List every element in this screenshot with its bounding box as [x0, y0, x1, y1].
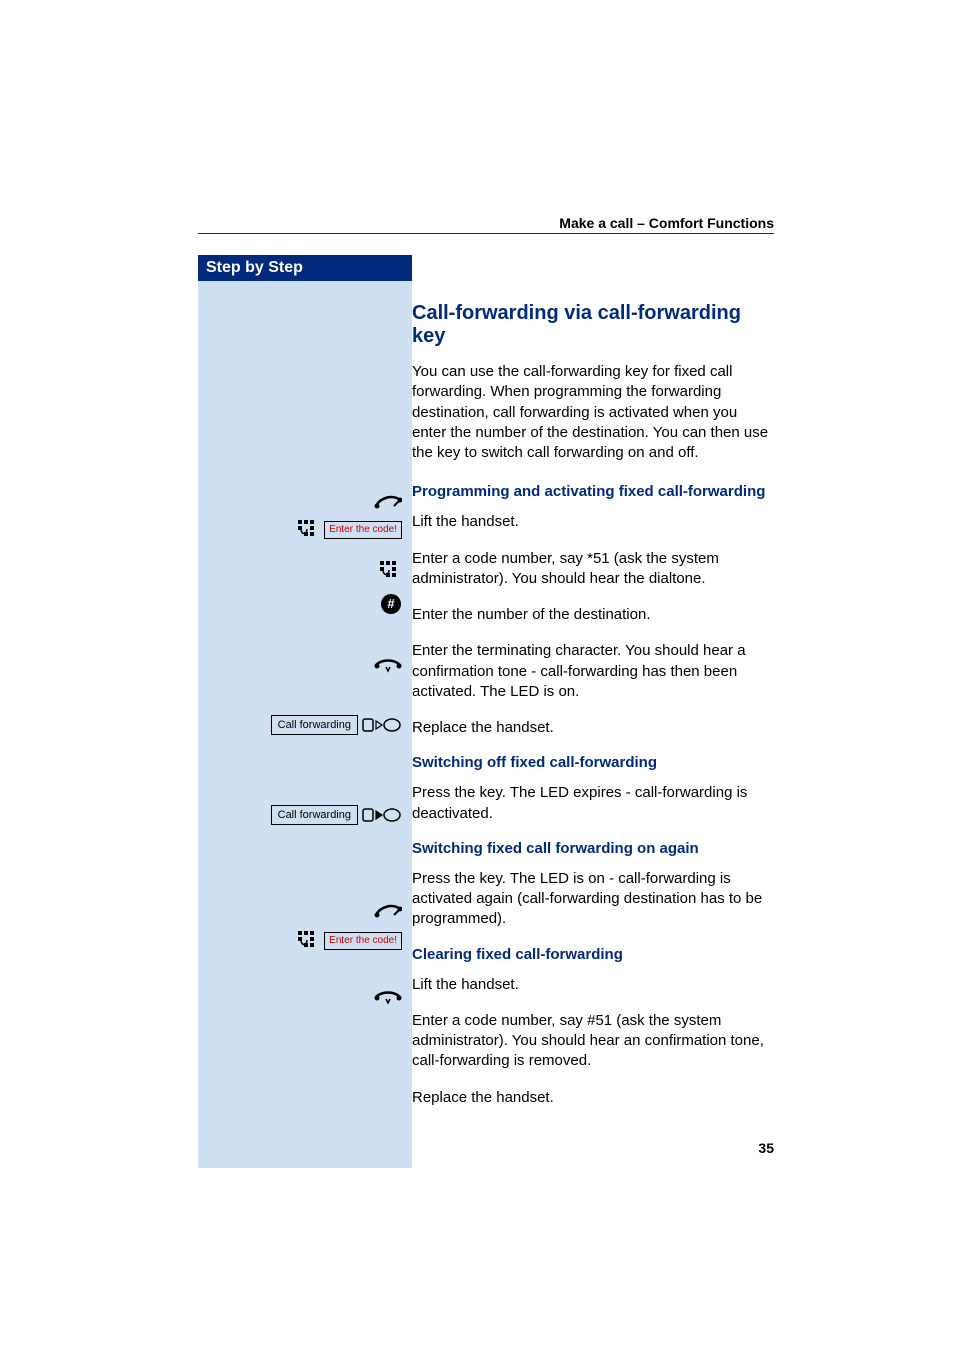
step-text: Lift the handset. [412, 512, 774, 532]
svg-text:#: # [387, 596, 395, 611]
keypad-icon [378, 559, 402, 583]
header-rule [198, 233, 774, 234]
step-text: Enter the terminating character. You sho… [412, 641, 774, 702]
enter-code-label: Enter the code! [324, 521, 402, 539]
enter-code-label: Enter the code! [324, 932, 402, 950]
subheading: Switching fixed call forwarding on again [412, 840, 774, 857]
keypad-code-icon: Enter the code! [296, 929, 402, 953]
page-header: Make a call – Comfort Functions [559, 215, 774, 231]
replace-handset-icon [374, 991, 402, 1005]
call-forwarding-key-on: Call forwarding [271, 805, 402, 825]
step-text: Enter a code number, say *51 (ask the sy… [412, 549, 774, 590]
section-title: Call-forwarding via call-forwarding key [412, 302, 774, 348]
sidebar-title: Step by Step [198, 255, 412, 281]
keypad-code-icon: Enter the code! [296, 518, 402, 542]
page-number: 35 [758, 1140, 774, 1156]
lift-handset-icon [374, 492, 402, 510]
hash-key-icon: # [380, 593, 402, 615]
step-text: Press the key. The LED is on - call-forw… [412, 869, 774, 930]
subheading: Switching off fixed call-forwarding [412, 754, 774, 771]
call-forwarding-key-off: Call forwarding [271, 715, 402, 735]
lift-handset-icon [374, 901, 402, 919]
page: Make a call – Comfort Functions Step by … [0, 0, 954, 1351]
step-text: Replace the handset. [412, 718, 774, 738]
step-text: Press the key. The LED expires - call-fo… [412, 783, 774, 824]
subheading: Programming and activating fixed call-fo… [412, 483, 774, 500]
step-text: Replace the handset. [412, 1088, 774, 1108]
replace-handset-icon [374, 659, 402, 673]
key-label: Call forwarding [271, 805, 358, 825]
content: Call-forwarding via call-forwarding key … [412, 255, 774, 1124]
step-text: Enter a code number, say #51 (ask the sy… [412, 1011, 774, 1072]
subheading: Clearing fixed call-forwarding [412, 946, 774, 963]
intro-paragraph: You can use the call-forwarding key for … [412, 362, 774, 463]
key-label: Call forwarding [271, 715, 358, 735]
sidebar: Step by Step [198, 255, 412, 1168]
step-text: Lift the handset. [412, 975, 774, 995]
step-text: Enter the number of the destination. [412, 605, 774, 625]
